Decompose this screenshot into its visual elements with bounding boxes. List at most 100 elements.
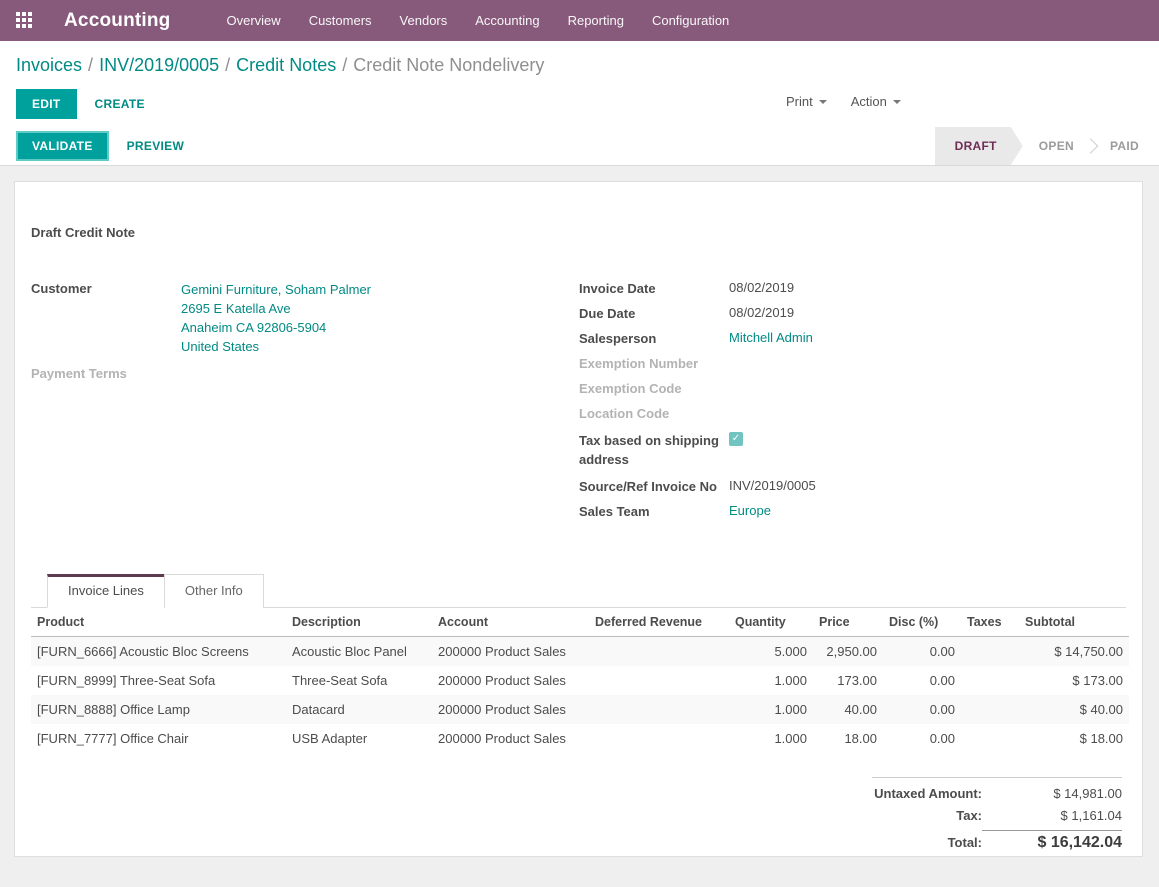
cell-quantity[interactable]: 1.000 (729, 666, 813, 695)
source-ref-field: Source/Ref Invoice No INV/2019/0005 (579, 478, 1124, 494)
cell-product[interactable]: [FURN_6666] Acoustic Bloc Screens (31, 637, 286, 667)
breadcrumb-invoices[interactable]: Invoices (16, 55, 82, 75)
cell-description[interactable]: USB Adapter (286, 724, 432, 753)
cell-description[interactable]: Three-Seat Sofa (286, 666, 432, 695)
cell-taxes[interactable] (961, 695, 1019, 724)
cell-taxes[interactable] (961, 666, 1019, 695)
exemption-code-label: Exemption Code (579, 380, 729, 396)
cell-quantity[interactable]: 1.000 (729, 695, 813, 724)
print-dropdown[interactable]: Print (786, 94, 827, 109)
cell-deferred[interactable] (589, 724, 729, 753)
customer-street[interactable]: 2695 E Katella Ave (181, 299, 371, 318)
salesperson-value[interactable]: Mitchell Admin (729, 330, 813, 346)
menu-reporting[interactable]: Reporting (568, 13, 624, 28)
due-date-label: Due Date (579, 305, 729, 321)
validate-button[interactable]: VALIDATE (16, 131, 109, 161)
cell-account[interactable]: 200000 Product Sales (432, 695, 589, 724)
cell-price[interactable]: 40.00 (813, 695, 883, 724)
cell-subtotal[interactable]: $ 18.00 (1019, 724, 1129, 753)
tax-shipping-label: Tax based on shipping address (579, 430, 729, 469)
cell-disc[interactable]: 0.00 (883, 695, 961, 724)
notebook-tabs: Invoice Lines Other Info (31, 574, 1126, 608)
cell-deferred[interactable] (589, 695, 729, 724)
col-disc: Disc (%) (883, 608, 961, 637)
action-dropdown[interactable]: Action (851, 94, 901, 109)
cell-subtotal[interactable]: $ 173.00 (1019, 666, 1129, 695)
menu-accounting[interactable]: Accounting (475, 13, 539, 28)
breadcrumb: Invoices/INV/2019/0005/Credit Notes/Cred… (0, 41, 1159, 82)
left-column: Customer Gemini Furniture, Soham Palmer … (31, 280, 579, 528)
top-navbar: Accounting Overview Customers Vendors Ac… (0, 0, 1159, 41)
invoice-date-value: 08/02/2019 (729, 280, 794, 296)
tax-shipping-checkbox[interactable]: ✓ (729, 432, 743, 446)
total-row: Total: $ 16,142.04 (872, 830, 1122, 852)
preview-button[interactable]: PREVIEW (127, 139, 184, 153)
cell-taxes[interactable] (961, 724, 1019, 753)
print-label: Print (786, 94, 813, 109)
table-row[interactable]: [FURN_8999] Three-Seat Sofa Three-Seat S… (31, 666, 1129, 695)
menu-vendors[interactable]: Vendors (400, 13, 448, 28)
customer-field: Customer Gemini Furniture, Soham Palmer … (31, 280, 579, 356)
cell-description[interactable]: Acoustic Bloc Panel (286, 637, 432, 667)
customer-country[interactable]: United States (181, 337, 371, 356)
cell-product[interactable]: [FURN_8999] Three-Seat Sofa (31, 666, 286, 695)
cell-product[interactable]: [FURN_7777] Office Chair (31, 724, 286, 753)
col-account: Account (432, 608, 589, 637)
sales-team-field: Sales Team Europe (579, 503, 1124, 519)
invoice-date-label: Invoice Date (579, 280, 729, 296)
cell-subtotal[interactable]: $ 14,750.00 (1019, 637, 1129, 667)
footer-strip (0, 872, 1159, 887)
col-deferred-revenue: Deferred Revenue (589, 608, 729, 637)
app-title: Accounting (64, 10, 171, 32)
table-row[interactable]: [FURN_7777] Office Chair USB Adapter 200… (31, 724, 1129, 753)
customer-city[interactable]: Anaheim CA 92806-5904 (181, 318, 371, 337)
tab-other-info[interactable]: Other Info (164, 574, 264, 608)
sales-team-value[interactable]: Europe (729, 503, 771, 519)
cell-disc[interactable]: 0.00 (883, 637, 961, 667)
cell-account[interactable]: 200000 Product Sales (432, 637, 589, 667)
cell-description[interactable]: Datacard (286, 695, 432, 724)
breadcrumb-invoice-number[interactable]: INV/2019/0005 (99, 55, 219, 75)
totals-section: Untaxed Amount: $ 14,981.00 Tax: $ 1,161… (31, 777, 1126, 857)
cell-subtotal[interactable]: $ 40.00 (1019, 695, 1129, 724)
table-row[interactable]: [FURN_6666] Acoustic Bloc Screens Acoust… (31, 637, 1129, 667)
cell-disc[interactable]: 0.00 (883, 666, 961, 695)
cell-deferred[interactable] (589, 666, 729, 695)
due-date-field: Due Date 08/02/2019 (579, 305, 1124, 321)
cell-account[interactable]: 200000 Product Sales (432, 666, 589, 695)
customer-name[interactable]: Gemini Furniture, Soham Palmer (181, 280, 371, 299)
breadcrumb-credit-notes[interactable]: Credit Notes (236, 55, 336, 75)
salesperson-field: Salesperson Mitchell Admin (579, 330, 1124, 346)
menu-customers[interactable]: Customers (309, 13, 372, 28)
create-button[interactable]: CREATE (95, 97, 145, 111)
exemption-number-field: Exemption Number (579, 355, 1124, 371)
menu-configuration[interactable]: Configuration (652, 13, 729, 28)
status-draft[interactable]: DRAFT (935, 127, 1023, 165)
control-panel-buttons: EDIT CREATE Print Action (0, 82, 1159, 127)
menu-overview[interactable]: Overview (227, 13, 281, 28)
tab-invoice-lines[interactable]: Invoice Lines (47, 574, 165, 608)
cell-account[interactable]: 200000 Product Sales (432, 724, 589, 753)
location-code-field: Location Code (579, 405, 1124, 421)
exemption-code-field: Exemption Code (579, 380, 1124, 396)
edit-button[interactable]: EDIT (16, 89, 77, 119)
cell-price[interactable]: 173.00 (813, 666, 883, 695)
customer-value[interactable]: Gemini Furniture, Soham Palmer 2695 E Ka… (181, 280, 371, 356)
col-product: Product (31, 608, 286, 637)
cell-quantity[interactable]: 1.000 (729, 724, 813, 753)
cell-quantity[interactable]: 5.000 (729, 637, 813, 667)
cell-price[interactable]: 18.00 (813, 724, 883, 753)
caret-down-icon (819, 100, 827, 104)
cell-deferred[interactable] (589, 637, 729, 667)
status-open[interactable]: OPEN (1023, 127, 1094, 165)
cell-disc[interactable]: 0.00 (883, 724, 961, 753)
apps-grid-icon[interactable] (16, 12, 34, 30)
table-row[interactable]: [FURN_8888] Office Lamp Datacard 200000 … (31, 695, 1129, 724)
invoice-lines-table: Product Description Account Deferred Rev… (31, 608, 1129, 753)
status-paid[interactable]: PAID (1094, 127, 1159, 165)
cell-taxes[interactable] (961, 637, 1019, 667)
cell-price[interactable]: 2,950.00 (813, 637, 883, 667)
breadcrumb-separator: / (342, 55, 347, 75)
action-label: Action (851, 94, 887, 109)
cell-product[interactable]: [FURN_8888] Office Lamp (31, 695, 286, 724)
